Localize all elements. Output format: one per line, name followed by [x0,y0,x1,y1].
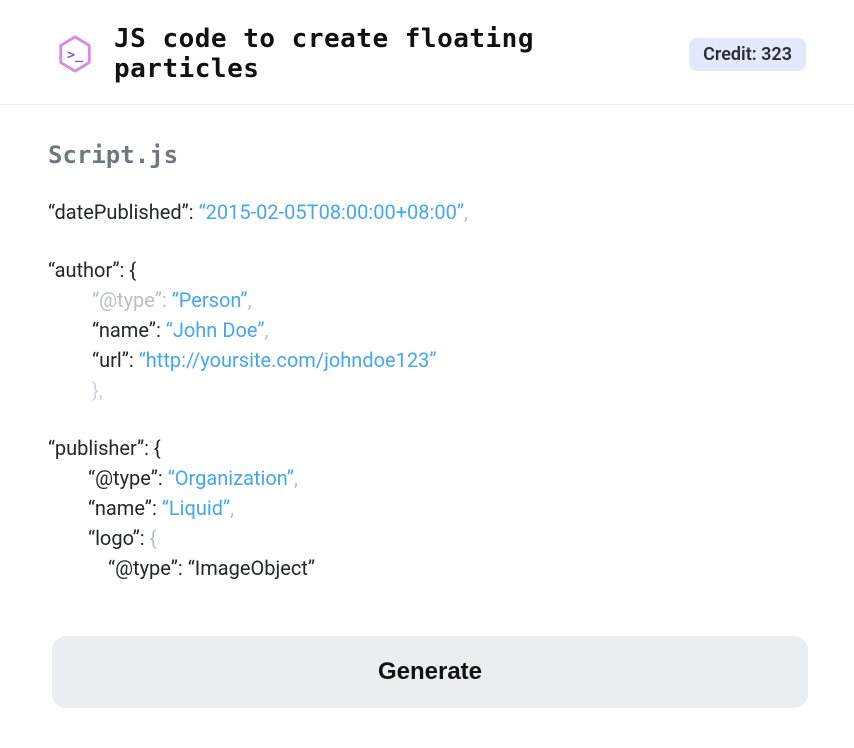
code-line: “url”: “http://yoursite.com/johndoe123” [48,345,806,375]
code-line: “author”: { [48,255,806,285]
svg-text:>_: >_ [67,48,83,63]
file-name: Script.js [48,141,806,169]
code-line: “logo”: { [48,523,806,553]
code-line: “name”: “John Doe”, [48,315,806,345]
code-line: “@type”: “Organization”, [48,463,806,493]
action-bar: Generate [52,636,808,708]
code-line: “@type”: “ImageObject” [48,553,806,583]
main-content: Script.js “datePublished”: “2015-02-05T0… [0,105,854,583]
header: >_ JS code to create floating particles … [0,0,854,105]
code-line: “datePublished”: “2015-02-05T08:00:00+08… [48,197,806,227]
credit-badge: Credit: 323 [689,38,806,71]
page-title: JS code to create floating particles [114,24,689,84]
code-publisher-block: “publisher”: { “@type”: “Organization”, … [48,433,806,583]
code-line: }, [48,375,806,405]
code-line: “publisher”: { [48,433,806,463]
code-block: “datePublished”: “2015-02-05T08:00:00+08… [48,197,806,583]
code-line: “name”: “Liquid”, [48,493,806,523]
code-value: “2015-02-05T08:00:00+08:00” [199,200,464,224]
generate-button[interactable]: Generate [52,636,808,708]
code-line: “@type”: “Person”, [48,285,806,315]
app-logo-icon: >_ [56,35,94,73]
code-key: “datePublished” [48,200,189,224]
code-author-block: “author”: { “@type”: “Person”, “name”: “… [48,255,806,405]
